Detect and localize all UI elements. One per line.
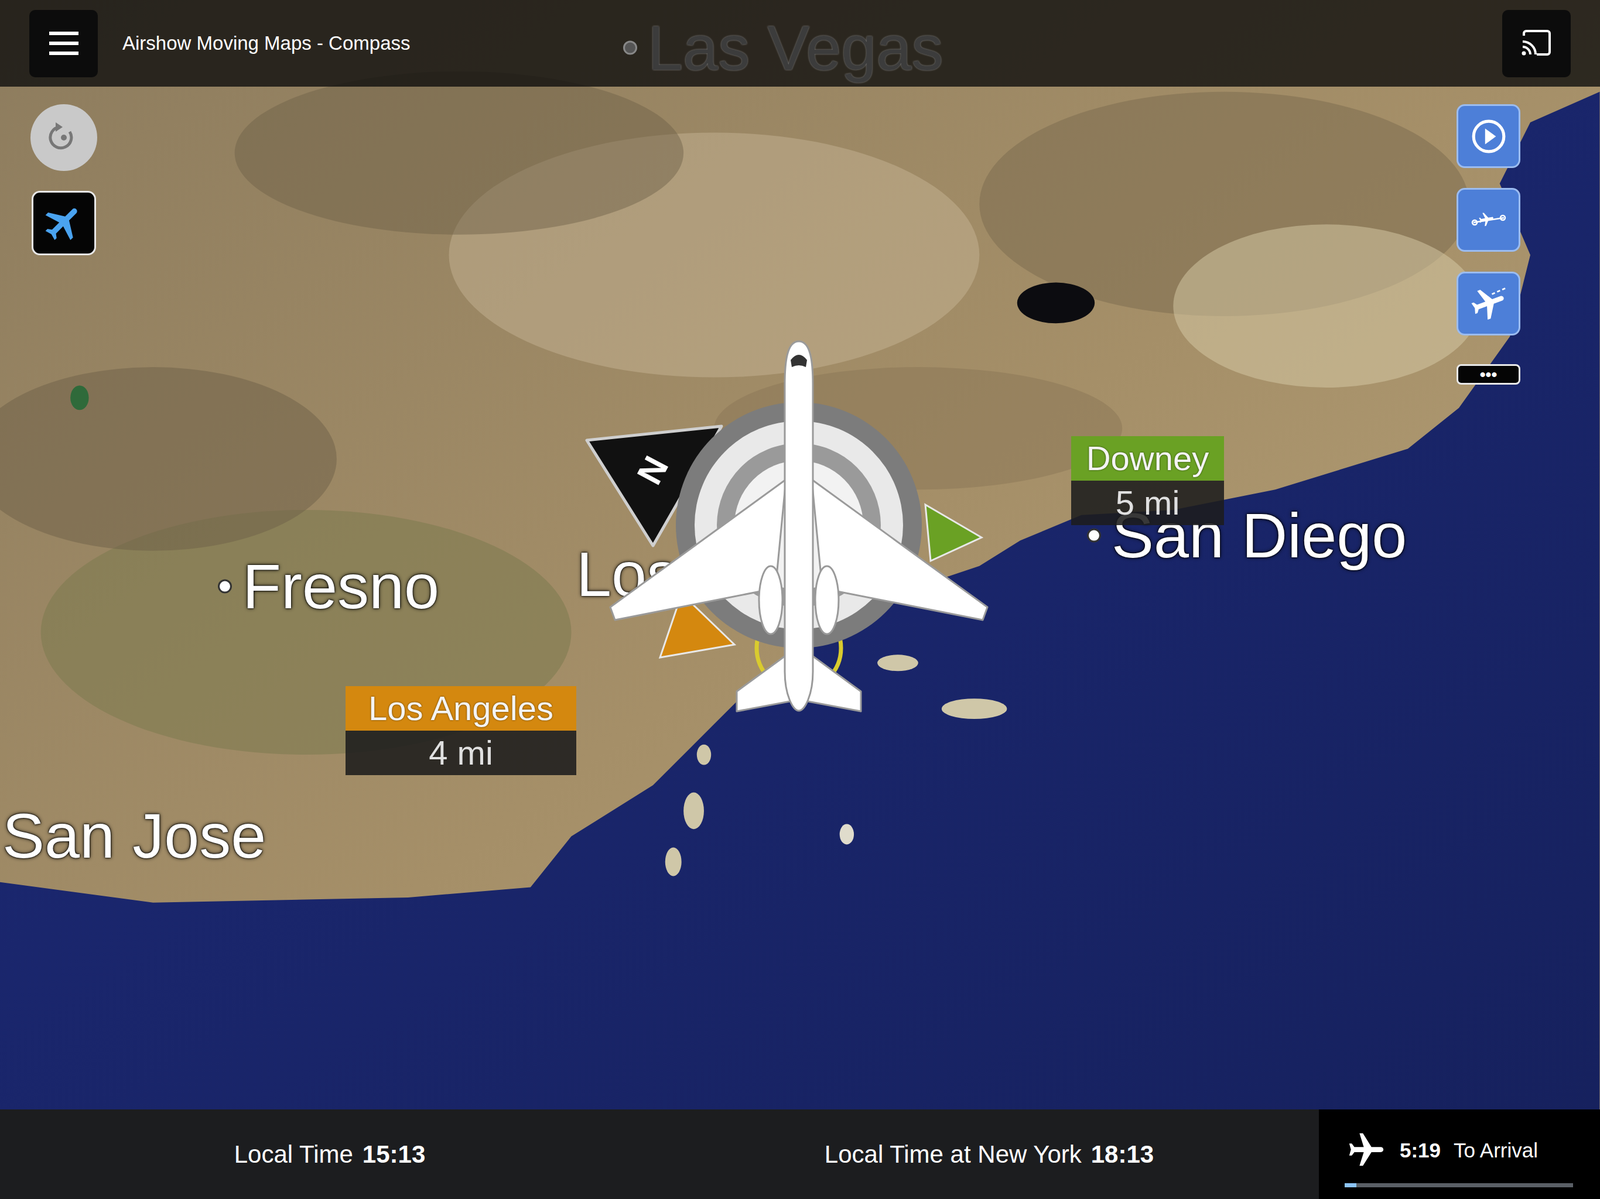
status-bar: Local Time 15:13 Local Time at New York 18:… <box>0 1109 1600 1199</box>
city-name: Fresno <box>242 552 440 622</box>
local-time-label: Local Time <box>234 1140 354 1169</box>
route-icon <box>1468 202 1510 238</box>
city-label[interactable]: Fresno <box>217 552 440 622</box>
city-dot <box>217 579 232 594</box>
city-dot <box>1086 528 1102 543</box>
time-to-arrival: 5:19 <box>1399 1139 1441 1163</box>
flight-progress-track <box>1344 1183 1574 1188</box>
city-name: San Jose <box>2 801 266 872</box>
city-label[interactable]: Las Vegas <box>623 13 943 84</box>
remote-time-value: 18:13 <box>1091 1140 1154 1169</box>
compass-rose-icon: N <box>564 291 1034 760</box>
arrival-label: To Arrival <box>1453 1139 1538 1163</box>
badge-distance: 5 mi <box>1071 480 1225 526</box>
airplane-icon <box>41 200 87 246</box>
local-time: Local Time 15:13 <box>0 1109 660 1199</box>
takeoff-button[interactable] <box>1456 271 1521 336</box>
rotate-icon <box>46 120 82 156</box>
arrival-text: 5:19 To Arrival <box>1399 1139 1538 1163</box>
takeoff-icon <box>1469 284 1509 324</box>
badge-name: Los Angeles <box>345 686 577 731</box>
more-button[interactable]: ••• <box>1456 364 1521 385</box>
reset-rotation-button[interactable] <box>30 104 98 172</box>
remote-time-label: Local Time at New York <box>824 1140 1082 1169</box>
menu-button[interactable] <box>29 9 98 78</box>
left-controls <box>30 104 98 1110</box>
cast-button[interactable] <box>1502 9 1571 78</box>
north-label: N <box>629 449 677 491</box>
flight-progress-fill <box>1344 1183 1357 1188</box>
distance-badge[interactable]: Los Angeles4 mi <box>345 686 577 776</box>
menu-icon <box>49 31 79 56</box>
badge-distance: 4 mi <box>345 730 577 776</box>
play-button[interactable] <box>1456 104 1521 169</box>
arrival-panel[interactable]: 5:19 To Arrival <box>1318 1109 1600 1199</box>
play-icon <box>1470 118 1507 155</box>
city-label[interactable]: San Jose <box>2 801 266 872</box>
airplane-icon <box>1345 1130 1387 1172</box>
plane-view-button[interactable] <box>31 190 97 256</box>
city-name: Las Vegas <box>647 13 943 84</box>
compass: N <box>564 291 1034 760</box>
right-controls: ••• <box>1456 104 1521 1110</box>
city-dot <box>623 40 638 56</box>
badge-name: Downey <box>1071 436 1225 481</box>
route-button[interactable] <box>1456 187 1521 252</box>
remote-time: Local Time at New York 18:13 <box>659 1109 1319 1199</box>
cast-icon <box>1519 28 1555 58</box>
local-time-value: 15:13 <box>362 1140 426 1169</box>
distance-badge[interactable]: Downey5 mi <box>1071 436 1225 526</box>
